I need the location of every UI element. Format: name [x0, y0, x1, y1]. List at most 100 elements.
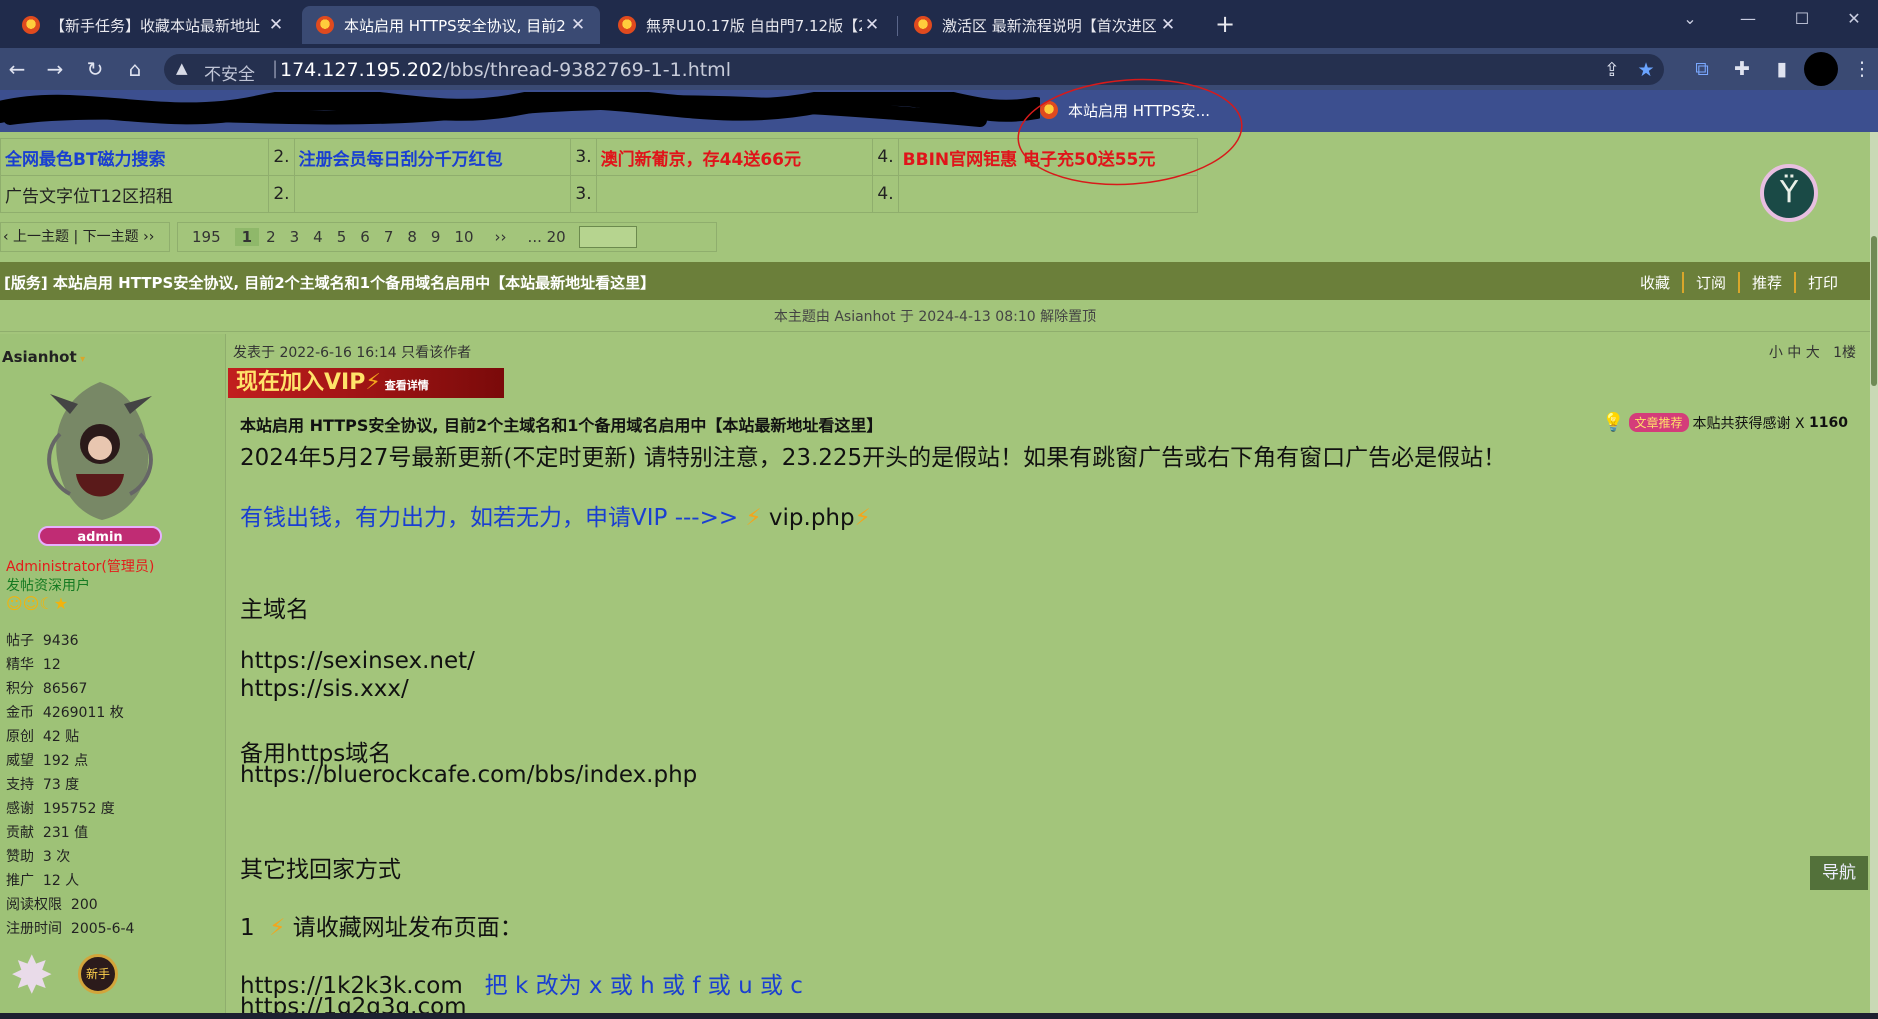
tab-3[interactable]: 無界U10.17版 自由門7.12版【2 ✕ [604, 6, 894, 44]
moderation-note: 本主题由 Asianhot 于 2024-4-13 08:10 解除置顶 [0, 302, 1870, 332]
url-text[interactable]: 174.127.195.202/bbs/thread-9382769-1-1.h… [280, 59, 731, 81]
domain-link-1[interactable]: https://sexinsex.net/ [240, 648, 475, 674]
close-tab-icon[interactable]: ✕ [568, 15, 588, 35]
bookmark-star-icon[interactable]: ★ [1632, 55, 1660, 85]
recommend-ribbon: 文章推荐 [1628, 413, 1689, 432]
ad-link[interactable] [595, 175, 874, 213]
recommend-link[interactable]: 推荐 [1737, 272, 1794, 293]
ad-link[interactable] [293, 175, 572, 213]
warning-triangle-icon[interactable]: ▲ [176, 59, 188, 77]
menu-kebab-icon[interactable]: ⋮ [1848, 54, 1876, 84]
lightning-icon: ⚡ [365, 370, 381, 395]
page-link[interactable]: 2 [259, 228, 283, 246]
tab-title: 本站启用 HTTPS安全协议, 目前2 [344, 16, 566, 35]
close-tab-icon[interactable]: ✕ [1158, 15, 1178, 35]
floating-widget-icon[interactable]: Ϋ [1760, 164, 1818, 222]
post-size-and-floor: 小 中 大 1楼 [1769, 342, 1856, 362]
font-size-options[interactable]: 小 中 大 [1769, 345, 1820, 361]
post-title: 本站启用 HTTPS安全协议, 目前2个主域名和1个备用域名启用中【本站最新地址… [240, 416, 883, 435]
stat-value: 73 度 [42, 777, 80, 793]
ad-link[interactable]: 全网最色BT磁力搜索 [0, 138, 270, 176]
tab-1[interactable]: 【新手任务】收藏本站最新地址 ✕ [8, 6, 298, 44]
page-link[interactable]: 5 [330, 228, 354, 246]
page-link[interactable]: 7 [377, 228, 401, 246]
scrollbar-thumb[interactable] [1871, 236, 1877, 386]
author-name-text: Asianhot [2, 348, 77, 366]
favorite-link[interactable]: 收藏 [1628, 272, 1682, 293]
vip-line-text[interactable]: 有钱出钱，有力出力，如若无力，申请VIP --->> [240, 505, 738, 531]
pagination: 195 1 2 3 4 5 6 7 8 9 10 ›› ... 20 [177, 222, 717, 252]
address-divider: | [272, 58, 279, 79]
ad-link[interactable]: 澳门新葡京，存44送66元 [595, 138, 874, 176]
sun-face-icon: ☺☺ [6, 594, 40, 613]
thread-header: [版务] 本站启用 HTTPS安全协议, 目前2个主域名和1个备用域名启用中【本… [0, 262, 1870, 300]
extensions-puzzle-icon[interactable]: ✚ [1728, 54, 1756, 84]
tab-4[interactable]: 激活区 最新流程说明【首次进区 ✕ [900, 6, 1190, 44]
maximize-icon[interactable]: ☐ [1782, 6, 1822, 32]
tab-title: 【新手任务】收藏本站最新地址 [50, 16, 261, 35]
post-meta: 发表于 2022-6-16 16:14 只看该作者 [233, 345, 472, 361]
translate-icon[interactable]: ⧉ [1688, 54, 1716, 84]
print-link[interactable]: 打印 [1793, 272, 1850, 293]
reload-icon[interactable]: ↻ [80, 54, 110, 84]
page-total: 195 [192, 228, 221, 246]
floor-number: 1楼 [1833, 345, 1856, 361]
ad-link[interactable]: 注册会员每日刮分千万红包 [293, 138, 572, 176]
forward-arrow-icon[interactable]: → [40, 54, 70, 84]
last-page-link[interactable]: ... 20 [521, 228, 573, 246]
new-tab-plus-icon[interactable]: + [1210, 8, 1240, 40]
close-tab-icon[interactable]: ✕ [266, 15, 286, 35]
author-sidebar: Asianhot ▾ admin Administrator(管理员) 发帖资深… [0, 334, 226, 1019]
page-link-current[interactable]: 1 [234, 228, 260, 246]
site-favicon-icon [22, 16, 40, 34]
not-secure-label[interactable]: 不安全 [204, 60, 255, 85]
stat-key: 原创 [6, 729, 34, 745]
vip-join-banner[interactable]: 现在加入VIP⚡ 查看详情 [228, 368, 504, 398]
address-bar[interactable]: ▲ 不安全 | 174.127.195.202/bbs/thread-93827… [164, 54, 1664, 85]
page-link[interactable]: 9 [424, 228, 448, 246]
thanks-count: 1160 [1809, 414, 1848, 431]
side-panel-icon[interactable]: ▮ [1768, 54, 1796, 84]
vip-link[interactable]: vip.php [769, 505, 855, 531]
subscribe-link[interactable]: 订阅 [1681, 272, 1738, 293]
update-notice: 2024年5月27号最新更新(不定时更新) 请特别注意，23.225开头的是假站… [240, 445, 1507, 471]
stat-key: 金币 [6, 705, 34, 721]
profile-avatar-icon[interactable] [1804, 52, 1838, 86]
prev-next-topic-link[interactable]: ‹ 上一主题 | 下一主题 ›› [0, 222, 170, 252]
minimize-icon[interactable]: — [1728, 6, 1768, 32]
backup-domain-link[interactable]: https://bluerockcafe.com/bbs/index.php [240, 762, 697, 788]
stat-row: 积分 86567 [6, 678, 87, 698]
star-icon: ★ [53, 594, 69, 613]
nav-button[interactable]: 导航 [1810, 856, 1868, 890]
share-icon[interactable]: ⇪ [1598, 55, 1626, 85]
page-link[interactable]: 4 [306, 228, 330, 246]
ad-link[interactable]: 广告文字位T12区招租 [0, 175, 270, 213]
tab-2-active[interactable]: 本站启用 HTTPS安全协议, 目前2 ✕ [302, 6, 600, 44]
url-path: /bbs/thread-9382769-1-1.html [443, 59, 731, 81]
page-link[interactable]: 3 [283, 228, 307, 246]
lightning-icon: ⚡ [745, 505, 762, 531]
page-link[interactable]: 10 [447, 228, 480, 246]
page-jump-input[interactable] [578, 226, 637, 248]
stat-row: 感谢 195752 度 [6, 798, 115, 818]
close-tab-icon[interactable]: ✕ [862, 15, 882, 35]
tab-separator [897, 16, 898, 36]
avatar[interactable] [40, 374, 160, 524]
stat-row: 贡献 231 值 [6, 822, 88, 842]
stat-value: 195752 度 [42, 801, 115, 817]
tab-search-chevron-icon[interactable]: ⌄ [1670, 6, 1710, 32]
moon-icon: ☾ [39, 594, 54, 613]
author-group: 发帖资深用户 [6, 578, 90, 594]
page-link[interactable]: 8 [400, 228, 424, 246]
author-name[interactable]: Asianhot ▾ [2, 348, 85, 366]
back-arrow-icon[interactable]: ← [2, 54, 32, 84]
close-window-icon[interactable]: ✕ [1834, 6, 1874, 32]
dropdown-caret-icon[interactable]: ▾ [77, 354, 85, 365]
home-icon[interactable]: ⌂ [120, 54, 150, 84]
stat-row: 精华 12 [6, 654, 61, 674]
domain-link-2[interactable]: https://sis.xxx/ [240, 676, 409, 702]
page-link[interactable]: 6 [353, 228, 377, 246]
next-page-link[interactable]: ›› [481, 228, 521, 246]
stat-row: 注册时间 2005-6-4 [6, 918, 134, 938]
site-favicon-icon [618, 16, 636, 34]
